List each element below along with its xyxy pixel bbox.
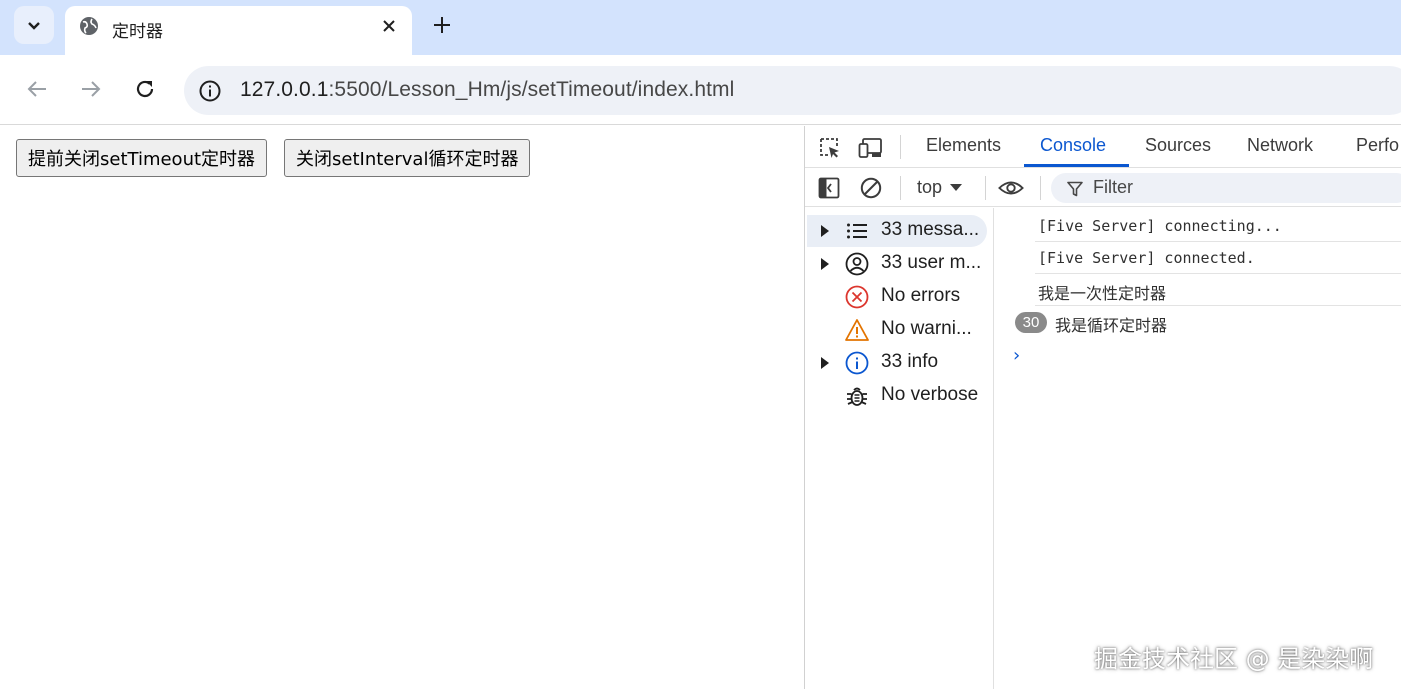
- clear-icon: [860, 177, 882, 199]
- log-message: 我是循环定时器: [1055, 316, 1168, 335]
- toolbar-divider: [1040, 176, 1041, 200]
- close-tab-button[interactable]: [377, 14, 401, 38]
- reload-button[interactable]: [132, 76, 158, 102]
- dropdown-arrow-icon: [950, 183, 963, 191]
- log-entry[interactable]: 我是一次性定时器: [995, 274, 1401, 306]
- expand-arrow-icon[interactable]: [821, 225, 829, 237]
- tab-search-button[interactable]: [14, 6, 54, 44]
- log-message: [Five Server] connected.: [1038, 249, 1255, 267]
- close-icon: [383, 20, 395, 32]
- inspect-cursor-icon: [820, 138, 839, 158]
- sidebar-item-label: 33 messa...: [881, 219, 980, 240]
- globe-icon: [80, 17, 98, 35]
- device-icon: [858, 138, 882, 158]
- context-selector[interactable]: top: [917, 177, 963, 198]
- active-tab-indicator: [1024, 164, 1129, 167]
- sidebar-item-messages[interactable]: 33 messa...: [807, 215, 987, 247]
- user-icon: [845, 252, 869, 276]
- sidebar-item-label: 33 user m...: [881, 252, 982, 273]
- plus-icon: [434, 17, 450, 33]
- back-button[interactable]: [24, 76, 50, 102]
- clear-console-button[interactable]: [858, 175, 884, 201]
- sidebar-item-verbose[interactable]: No verbose: [807, 380, 987, 412]
- new-tab-button[interactable]: [430, 13, 454, 37]
- url-host: 127.0.0.1: [240, 78, 329, 101]
- context-label: top: [917, 177, 943, 197]
- toolbar-divider: [900, 176, 901, 200]
- filter-placeholder: Filter: [1093, 177, 1133, 197]
- sidebar-icon: [818, 177, 840, 199]
- toolbar-divider: [900, 135, 901, 159]
- log-entry[interactable]: [Five Server] connecting...: [995, 210, 1401, 242]
- console-toolbar: top Filter: [805, 169, 1401, 207]
- sidebar-item-warnings[interactable]: No warni...: [807, 314, 987, 346]
- info-icon: [845, 351, 869, 375]
- expand-arrow-icon[interactable]: [821, 258, 829, 270]
- sidebar-item-info[interactable]: 33 info: [807, 347, 987, 379]
- tab-elements[interactable]: Elements: [926, 135, 1001, 156]
- url-path: :5500/Lesson_Hm/js/setTimeout/index.html: [328, 78, 735, 101]
- device-toolbar-button[interactable]: [858, 135, 884, 161]
- clear-interval-button[interactable]: 关闭setInterval循环定时器: [284, 139, 531, 177]
- back-arrow-icon: [27, 81, 46, 97]
- log-entry[interactable]: 30 我是循环定时器: [995, 306, 1401, 338]
- browser-toolbar: 127.0.0.1:5500/Lesson_Hm/js/setTimeout/i…: [0, 55, 1401, 125]
- forward-arrow-icon: [82, 81, 101, 97]
- expand-arrow-icon[interactable]: [821, 357, 829, 369]
- live-expression-button[interactable]: [998, 175, 1024, 201]
- reload-icon: [136, 80, 154, 98]
- eye-icon: [998, 181, 1024, 195]
- console-sidebar: 33 messa... 33 user m... No errors No wa: [805, 208, 994, 689]
- sidebar-item-user-messages[interactable]: 33 user m...: [807, 248, 987, 280]
- url-text: 127.0.0.1:5500/Lesson_Hm/js/setTimeout/i…: [240, 78, 734, 102]
- filter-input[interactable]: Filter: [1051, 173, 1401, 203]
- log-entry[interactable]: [Five Server] connected.: [995, 242, 1401, 274]
- browser-tab[interactable]: 定时器: [65, 6, 412, 55]
- log-message: 我是一次性定时器: [1038, 284, 1167, 303]
- console-log: [Five Server] connecting... [Five Server…: [995, 208, 1401, 689]
- clear-timeout-button[interactable]: 提前关闭setTimeout定时器: [16, 139, 268, 177]
- log-message: [Five Server] connecting...: [1038, 217, 1282, 235]
- chevron-down-icon: [28, 22, 40, 30]
- devtools-panel: Elements Console Sources Network Perfo t…: [804, 126, 1401, 689]
- console-prompt[interactable]: ›: [1011, 345, 1022, 366]
- sidebar-item-label: No warni...: [881, 318, 972, 339]
- tab-network[interactable]: Network: [1247, 135, 1313, 156]
- site-info-icon[interactable]: [198, 79, 222, 103]
- toolbar-divider: [985, 176, 986, 200]
- bug-icon: [847, 387, 867, 406]
- page-viewport: 提前关闭setTimeout定时器 关闭setInterval循环定时器: [0, 126, 804, 689]
- inspect-element-button[interactable]: [817, 135, 843, 161]
- tab-console[interactable]: Console: [1040, 135, 1106, 156]
- address-bar[interactable]: 127.0.0.1:5500/Lesson_Hm/js/setTimeout/i…: [184, 66, 1401, 115]
- sidebar-item-label: No verbose: [881, 384, 979, 405]
- devtools-tab-bar: Elements Console Sources Network Perfo: [805, 126, 1401, 168]
- tab-performance[interactable]: Perfo: [1356, 135, 1399, 156]
- tab-strip: 定时器: [0, 0, 1401, 55]
- tab-title: 定时器: [112, 22, 163, 42]
- sidebar-item-errors[interactable]: No errors: [807, 281, 987, 313]
- sidebar-item-label: 33 info: [881, 351, 939, 372]
- filter-icon: [1067, 181, 1083, 197]
- error-icon: [845, 285, 869, 309]
- forward-button[interactable]: [78, 76, 104, 102]
- watermark: 掘金技术社区 @ 是染染啊: [1094, 645, 1374, 673]
- list-icon: [847, 223, 867, 239]
- repeat-count-badge: 30: [1015, 312, 1047, 333]
- sidebar-item-label: No errors: [881, 285, 961, 306]
- tab-sources[interactable]: Sources: [1145, 135, 1211, 156]
- toggle-sidebar-button[interactable]: [816, 175, 842, 201]
- warning-icon: [845, 319, 869, 341]
